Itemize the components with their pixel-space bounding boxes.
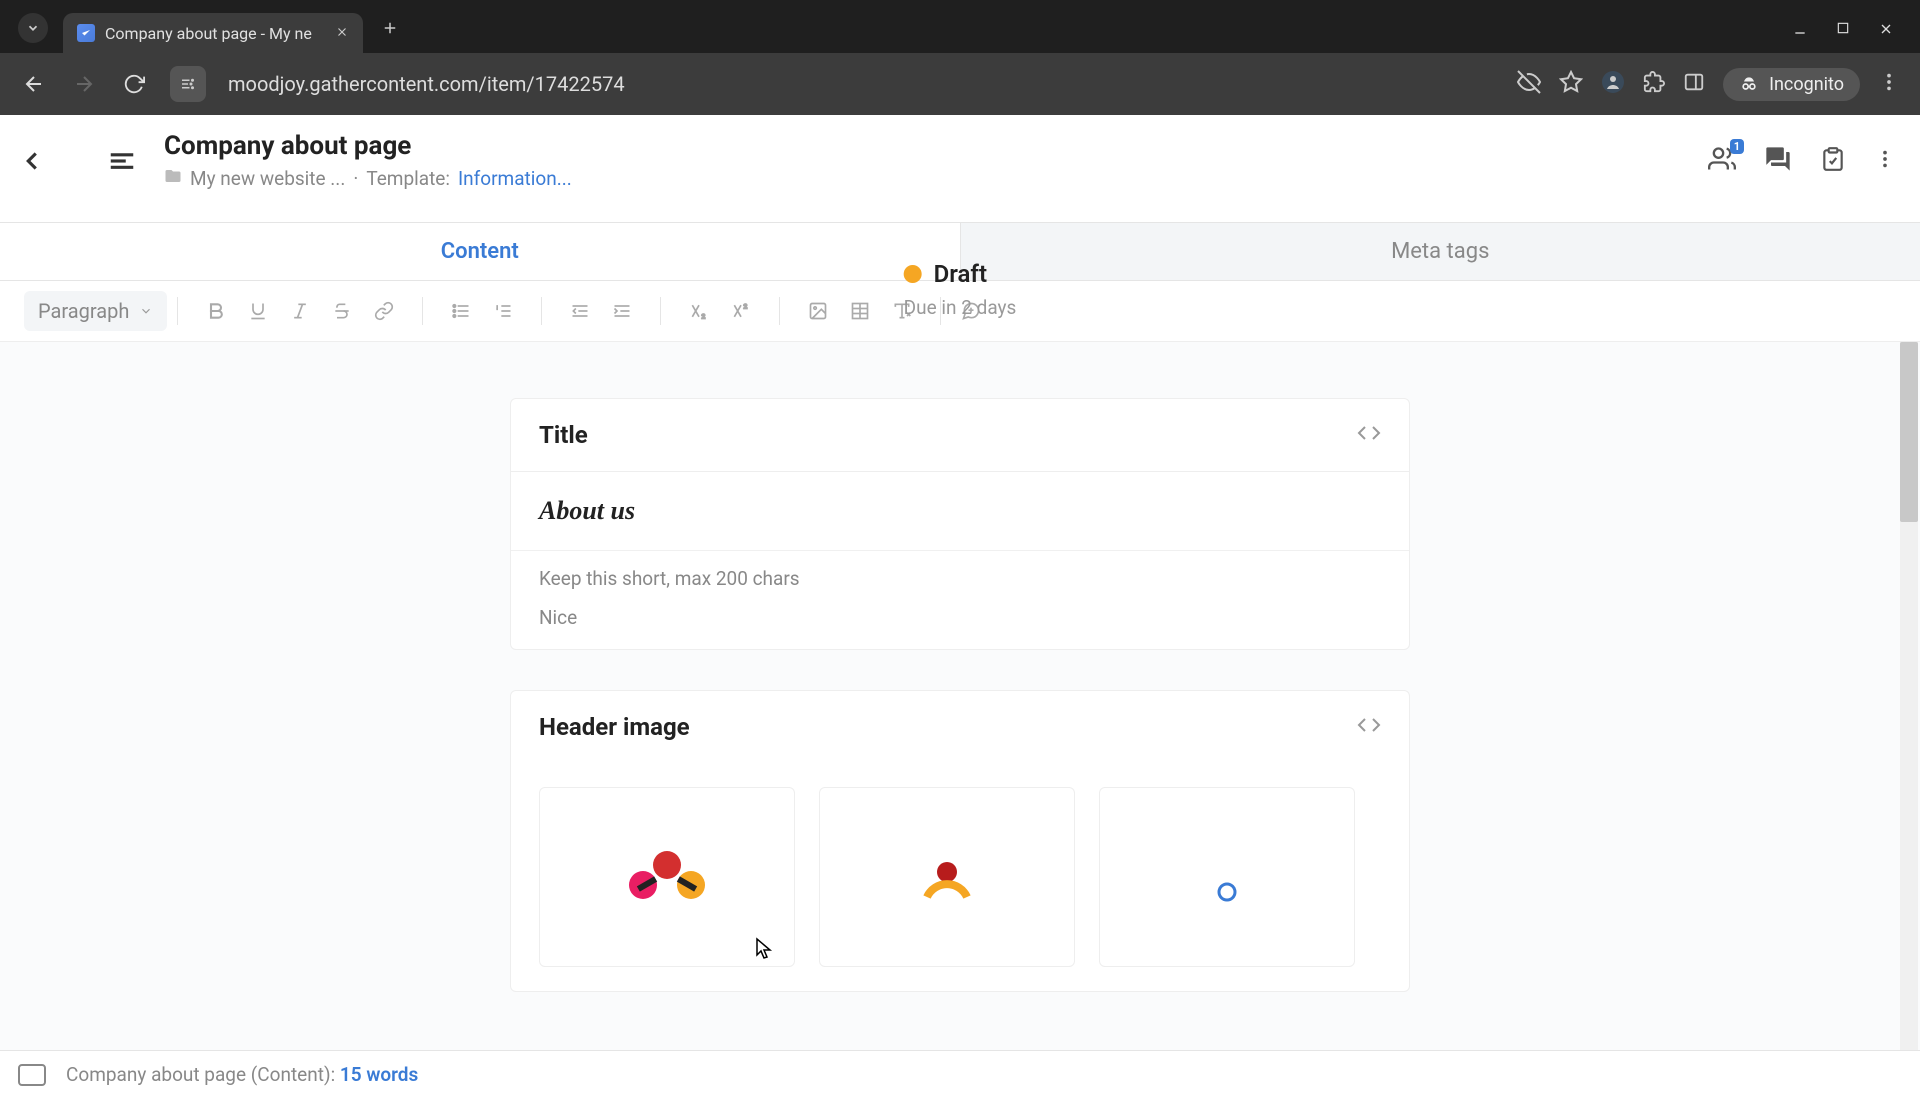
image-thumbnail[interactable]: [819, 787, 1075, 967]
side-panel-icon[interactable]: [1683, 71, 1705, 97]
page-title: Company about page: [164, 131, 572, 161]
url-input[interactable]: moodjoy.gathercontent.com/item/17422574: [212, 72, 1511, 96]
window-close-button[interactable]: [1878, 21, 1894, 37]
window-minimize-button[interactable]: [1792, 21, 1808, 37]
browser-tab-strip: Company about page - My ne: [0, 0, 1920, 53]
app-header: Company about page My new website ... · …: [0, 115, 1920, 194]
tab-content[interactable]: Content: [0, 223, 961, 280]
browser-menu-icon[interactable]: [1878, 71, 1900, 97]
code-icon[interactable]: [1357, 713, 1381, 741]
title-field-feedback: Nice: [511, 606, 1409, 649]
sidebar-toggle-button[interactable]: [104, 143, 140, 179]
header-image-card: Header image: [510, 690, 1410, 992]
extensions-icon[interactable]: [1643, 71, 1665, 97]
underline-button[interactable]: [238, 291, 278, 331]
people-button[interactable]: 1: [1708, 145, 1736, 177]
paragraph-style-label: Paragraph: [38, 299, 129, 323]
svg-text:2: 2: [702, 313, 706, 321]
tab-title: Company about page - My ne: [105, 24, 312, 43]
subscript-button[interactable]: 2: [679, 291, 719, 331]
image-thumbnail[interactable]: [539, 787, 795, 967]
superscript-button[interactable]: 2: [721, 291, 761, 331]
template-label: Template:: [366, 167, 450, 190]
status-bar: Company about page (Content): 15 words: [0, 1050, 1920, 1098]
strikethrough-button[interactable]: [322, 291, 362, 331]
title-field-card: Title About us Keep this short, max 200 …: [510, 398, 1410, 650]
svg-text:2: 2: [744, 303, 748, 311]
ordered-list-button[interactable]: [483, 291, 523, 331]
window-maximize-button[interactable]: [1836, 21, 1850, 37]
insert-image-button[interactable]: [798, 291, 838, 331]
title-field-heading: Title: [539, 421, 588, 449]
tab-search-button[interactable]: [18, 13, 48, 43]
breadcrumb-separator: ·: [353, 167, 358, 190]
code-icon[interactable]: [1357, 421, 1381, 449]
people-badge: 1: [1730, 139, 1744, 154]
template-link[interactable]: Information...: [458, 167, 572, 190]
image-thumbnail[interactable]: [1099, 787, 1355, 967]
browser-back-button[interactable]: [12, 62, 56, 106]
folder-icon: [164, 167, 182, 190]
bookmark-star-icon[interactable]: [1559, 70, 1583, 98]
incognito-indicator[interactable]: Incognito: [1723, 68, 1860, 101]
insert-table-button[interactable]: [840, 291, 880, 331]
tab-close-icon[interactable]: [335, 23, 349, 44]
word-count[interactable]: 15 words: [340, 1063, 418, 1086]
italic-button[interactable]: [280, 291, 320, 331]
back-button[interactable]: [14, 143, 50, 179]
status-dot-icon: [904, 265, 922, 283]
breadcrumb-folder[interactable]: My new website ...: [190, 167, 345, 190]
editor-canvas: Title About us Keep this short, max 200 …: [0, 342, 1920, 1050]
browser-tab[interactable]: Company about page - My ne: [63, 13, 363, 53]
title-field-input[interactable]: About us: [511, 471, 1409, 550]
paragraph-style-select[interactable]: Paragraph: [24, 291, 167, 331]
bold-button[interactable]: [196, 291, 236, 331]
status-block[interactable]: Draft Due in 2 days: [904, 260, 1017, 319]
incognito-label: Incognito: [1769, 74, 1844, 95]
tab-favicon: [77, 24, 95, 42]
new-tab-button[interactable]: [381, 15, 399, 43]
link-button[interactable]: [364, 291, 404, 331]
more-menu-button[interactable]: [1874, 148, 1896, 174]
unordered-list-button[interactable]: [441, 291, 481, 331]
site-info-button[interactable]: [170, 66, 206, 102]
keyboard-icon[interactable]: [18, 1064, 46, 1086]
indent-button[interactable]: [602, 291, 642, 331]
eye-off-icon[interactable]: [1517, 70, 1541, 98]
profile-avatar-icon[interactable]: [1601, 70, 1625, 98]
breadcrumb: My new website ... · Template: Informati…: [164, 167, 572, 190]
title-field-hint: Keep this short, max 200 chars: [511, 550, 1409, 606]
header-image-heading: Header image: [539, 713, 690, 741]
due-date: Due in 2 days: [904, 296, 1017, 319]
comments-button[interactable]: [1764, 145, 1792, 177]
footer-doc-label: Company about page (Content):: [66, 1063, 340, 1086]
window-controls: [1792, 21, 1920, 53]
browser-reload-button[interactable]: [112, 62, 156, 106]
outdent-button[interactable]: [560, 291, 600, 331]
browser-address-bar: moodjoy.gathercontent.com/item/17422574 …: [0, 53, 1920, 115]
title-field-value: About us: [539, 496, 1381, 526]
browser-forward-button[interactable]: [62, 62, 106, 106]
tab-meta-tags[interactable]: Meta tags: [961, 223, 1920, 280]
scrollbar-thumb[interactable]: [1900, 342, 1918, 522]
status-label: Draft: [934, 260, 987, 288]
tasks-button[interactable]: [1820, 146, 1846, 176]
